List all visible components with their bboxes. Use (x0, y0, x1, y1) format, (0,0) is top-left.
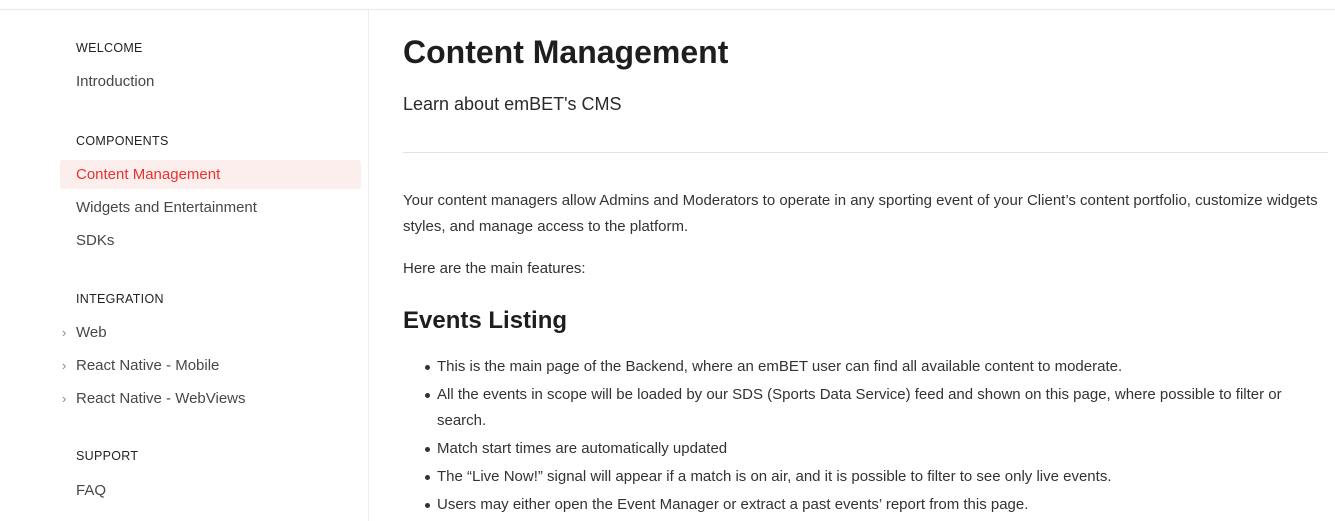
list-item: This is the main page of the Backend, wh… (403, 354, 1303, 380)
events-listing-bullets: This is the main page of the Backend, wh… (403, 354, 1303, 520)
list-item: Users may either open the Event Manager … (403, 492, 1303, 518)
divider (403, 152, 1328, 153)
list-item: Match start times are automatically upda… (403, 436, 1303, 462)
sidebar-item-label: React Native - Mobile (76, 357, 220, 374)
chevron-right-icon: › (62, 325, 67, 340)
list-item: The “Live Now!” signal will appear if a … (403, 464, 1303, 490)
sidebar-item-web[interactable]: › Web (60, 318, 361, 347)
sidebar-item-introduction[interactable]: Introduction (60, 67, 361, 96)
features-intro: Here are the main features: (403, 260, 586, 277)
sidebar-section-integration: INTEGRATION (76, 292, 164, 306)
sidebar-section-components: COMPONENTS (76, 134, 169, 148)
sidebar-section-welcome: WELCOME (76, 41, 143, 55)
sidebar-item-label: Web (76, 324, 107, 341)
sidebar-item-label: React Native - WebViews (76, 390, 246, 407)
section-heading-events-listing: Events Listing (403, 307, 568, 334)
page-subtitle: Learn about emBET's CMS (403, 94, 622, 114)
intro-paragraph: Your content managers allow Admins and M… (403, 192, 1318, 235)
sidebar-item-sdks[interactable]: SDKs (60, 226, 361, 255)
sidebar-item-react-native-mobile[interactable]: › React Native - Mobile (60, 351, 361, 380)
list-item: All the events in scope will be loaded b… (403, 382, 1303, 434)
sidebar-item-faq[interactable]: FAQ (60, 476, 361, 505)
chevron-right-icon: › (62, 358, 67, 373)
sidebar: WELCOME Introduction COMPONENTS Content … (0, 10, 369, 521)
sidebar-item-content-management[interactable]: Content Management (60, 160, 361, 189)
sidebar-item-widgets-and-entertainment[interactable]: Widgets and Entertainment (60, 193, 361, 222)
sidebar-item-react-native-webviews[interactable]: › React Native - WebViews (60, 384, 361, 413)
sidebar-section-support: SUPPORT (76, 449, 139, 463)
chevron-right-icon: › (62, 391, 67, 406)
page-title: Content Management (403, 34, 729, 70)
